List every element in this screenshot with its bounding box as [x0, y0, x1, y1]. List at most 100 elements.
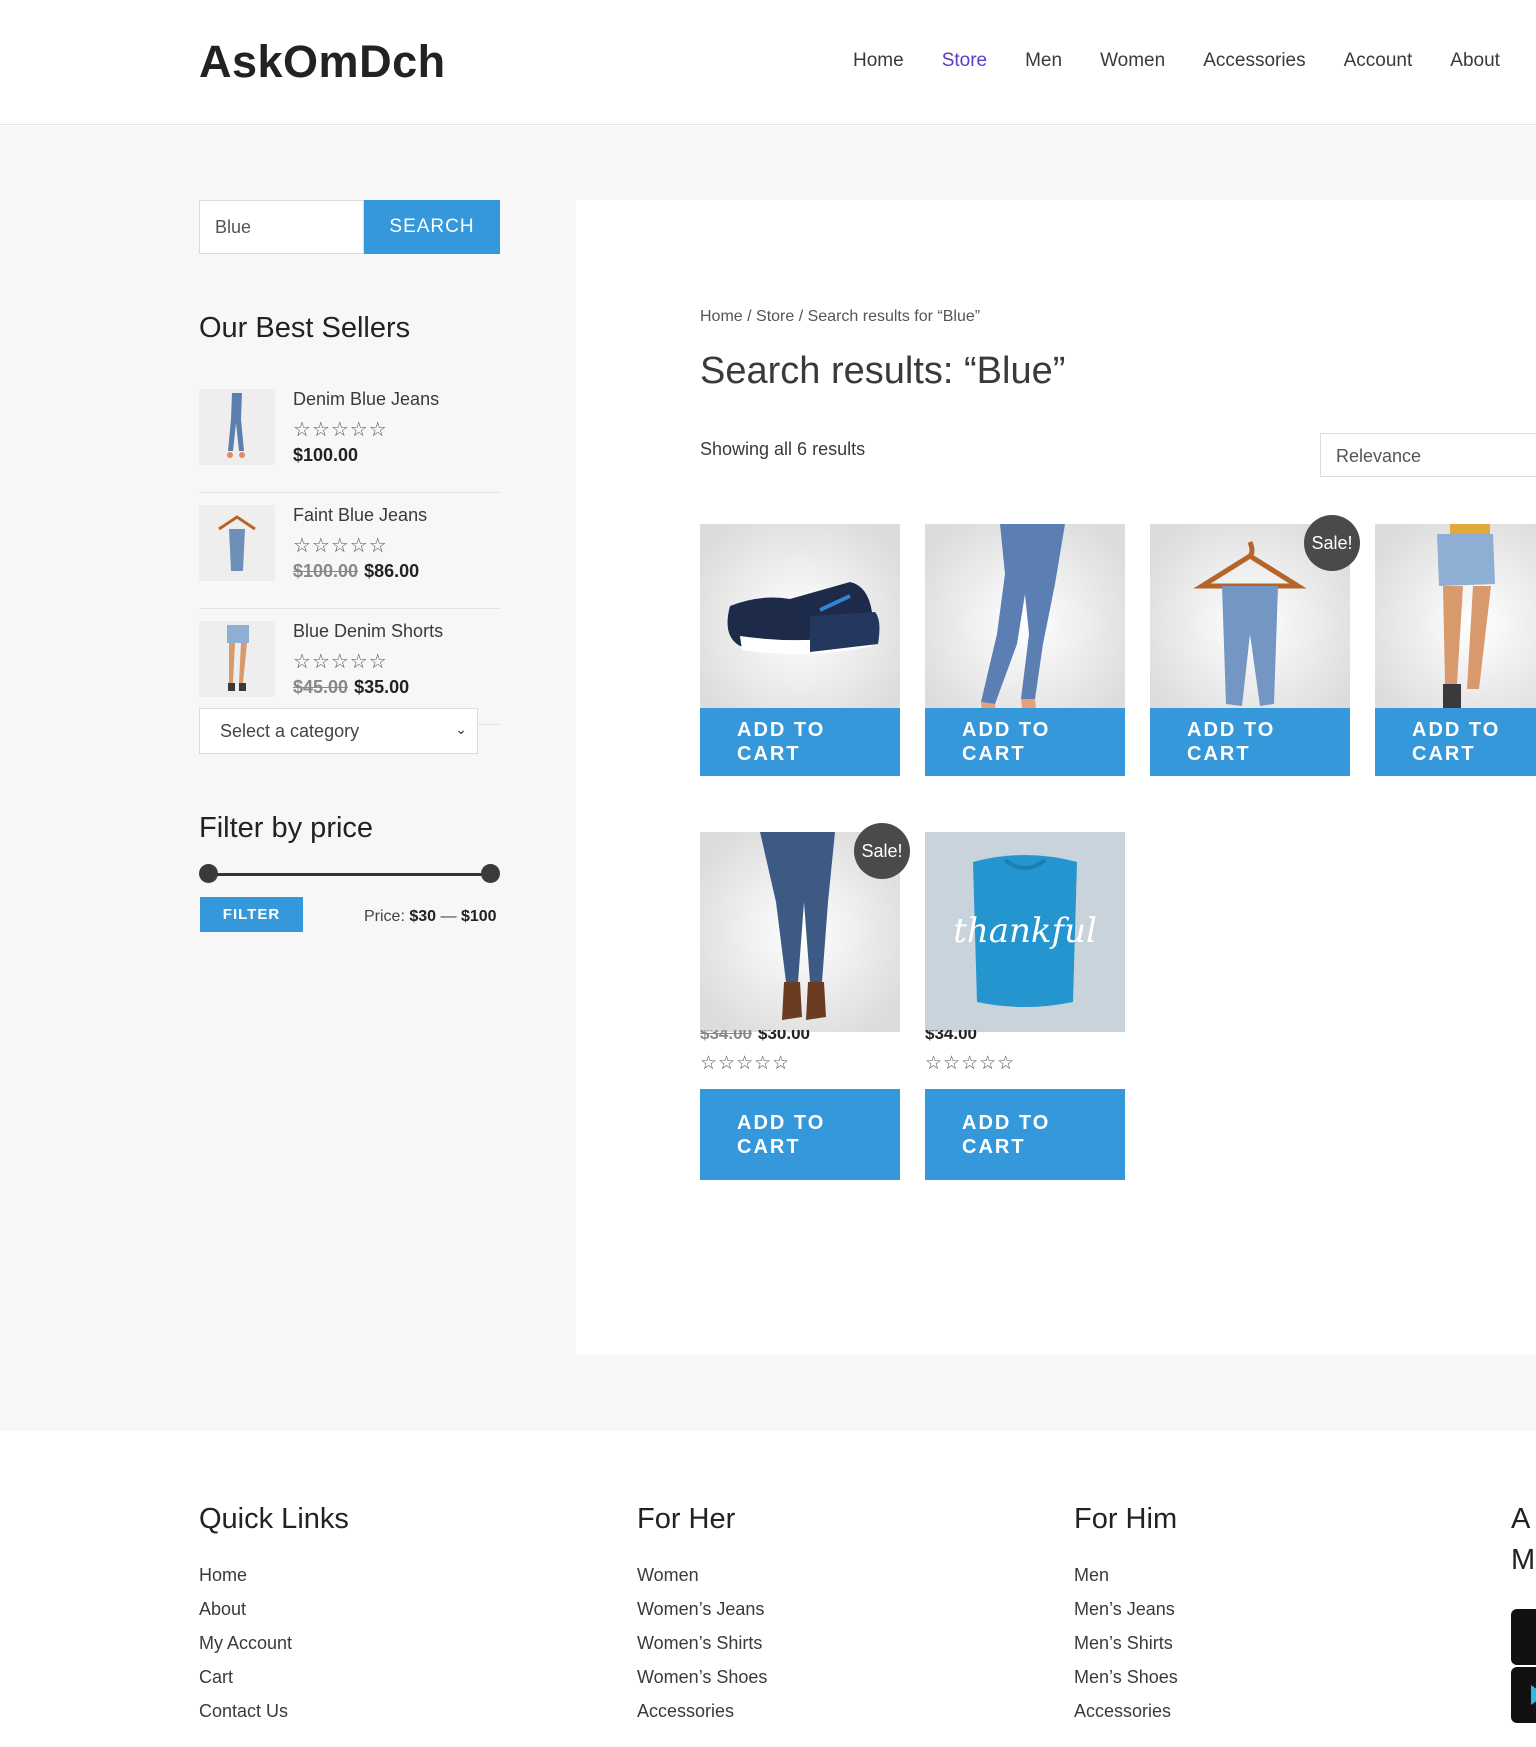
product-image[interactable]: thankful	[925, 832, 1125, 1032]
best-seller-name[interactable]: Blue Denim Shorts	[293, 621, 443, 642]
footer-link[interactable]: Men’s Shoes	[1074, 1660, 1178, 1694]
product-card[interactable]: Sale! ADD TO CART	[1150, 515, 1360, 776]
footer-link[interactable]: Contact Us	[199, 1694, 349, 1728]
nav-home[interactable]: Home	[853, 50, 904, 72]
add-to-cart-button[interactable]: ADD TO CART	[925, 708, 1125, 776]
footer-title: Quick Links	[199, 1503, 349, 1535]
add-to-cart-button[interactable]: ADD TO CART	[700, 708, 900, 776]
page-title: Search results: “Blue”	[700, 350, 1066, 392]
google-play-badge[interactable]	[1511, 1667, 1536, 1723]
add-to-cart-label: ADD TO	[737, 1111, 826, 1134]
app-store-badge[interactable]	[1511, 1609, 1536, 1665]
best-sellers-title: Our Best Sellers	[199, 312, 411, 344]
category-select-value: Select a category	[220, 721, 360, 741]
footer-title: M	[1511, 1544, 1536, 1576]
add-to-cart-label: CART	[1187, 743, 1251, 765]
product-card[interactable]: ADD TO CART	[1375, 524, 1536, 776]
best-seller-item[interactable]: Denim Blue Jeans ☆☆☆☆☆ $100.00	[199, 389, 500, 493]
product-image[interactable]	[1375, 524, 1536, 724]
old-price: $100.00	[293, 561, 359, 581]
filter-button[interactable]: FILTER	[200, 897, 303, 932]
add-to-cart-label: CART	[737, 743, 801, 765]
add-to-cart-label: ADD TO	[737, 719, 826, 741]
product-thumbnail[interactable]	[199, 505, 275, 581]
footer-link[interactable]: About	[199, 1592, 349, 1626]
price: $35.00	[354, 677, 410, 697]
price: $30.00	[758, 1030, 810, 1043]
search-input[interactable]: Blue	[199, 200, 364, 254]
price: $86.00	[364, 561, 420, 581]
footer-link[interactable]: Men’s Shirts	[1074, 1626, 1178, 1660]
footer-link[interactable]: Accessories	[1074, 1694, 1178, 1728]
product-thumbnail[interactable]	[199, 389, 275, 465]
footer-link[interactable]: Women’s Jeans	[637, 1592, 767, 1626]
product-card[interactable]: ADD TO CART	[700, 524, 900, 776]
nav-account[interactable]: Account	[1344, 50, 1413, 72]
best-seller-price: $45.00 $35.00	[293, 677, 409, 698]
footer-title: For Her	[637, 1503, 736, 1535]
category-select[interactable]: Select a category ⌄	[199, 708, 478, 754]
add-to-cart-button[interactable]: ADD TO CART	[1375, 708, 1536, 776]
shirt-print-text: thankful	[953, 911, 1097, 951]
best-seller-price: $100.00 $86.00	[293, 561, 419, 582]
price: $100.00	[293, 445, 359, 465]
best-seller-price: $100.00	[293, 445, 358, 466]
product-image[interactable]	[925, 524, 1125, 724]
footer-quick-links: Quick Links Home About My Account Cart C…	[199, 1503, 349, 1728]
nav-women[interactable]: Women	[1100, 50, 1165, 72]
footer-app-column: A M	[1511, 1503, 1536, 1599]
price-slider-track[interactable]	[208, 873, 491, 876]
product-card[interactable]: Sale! $34.00 $30.00 ☆☆☆☆☆ ADD TO CART	[700, 823, 910, 1180]
add-to-cart-button[interactable]: ADD TO CART	[925, 1089, 1125, 1180]
main-nav: Home Store Men Women Accessories Account…	[853, 50, 1536, 72]
product-card[interactable]: ADD TO CART	[925, 524, 1125, 776]
breadcrumb[interactable]: Home / Store / Search results for “Blue”	[700, 308, 980, 326]
footer-link[interactable]: Men’s Jeans	[1074, 1592, 1178, 1626]
footer-link[interactable]: My Account	[199, 1626, 349, 1660]
price-slider-min-handle[interactable]	[199, 864, 218, 883]
footer-for-him: For Him Men Men’s Jeans Men’s Shirts Men…	[1074, 1503, 1178, 1728]
nav-accessories[interactable]: Accessories	[1203, 50, 1305, 72]
footer-link[interactable]: Cart	[199, 1660, 349, 1694]
add-to-cart-label: ADD TO	[962, 1111, 1051, 1134]
best-seller-item[interactable]: Faint Blue Jeans ☆☆☆☆☆ $100.00 $86.00	[199, 505, 500, 609]
nav-store[interactable]: Store	[942, 50, 987, 72]
product-card[interactable]: thankful $34.00 ☆☆☆☆☆ ADD TO CART	[925, 832, 1125, 1180]
add-to-cart-label: CART	[737, 1135, 801, 1158]
best-seller-name[interactable]: Denim Blue Jeans	[293, 389, 439, 410]
footer-link[interactable]: Men	[1074, 1558, 1178, 1592]
rating-stars: ☆☆☆☆☆	[700, 1053, 791, 1074]
add-to-cart-label: ADD TO	[962, 719, 1051, 741]
price-separator: —	[440, 908, 457, 925]
footer-link[interactable]: Women’s Shoes	[637, 1660, 767, 1694]
result-count: Showing all 6 results	[700, 439, 866, 459]
product-thumbnail[interactable]	[199, 621, 275, 697]
rating-stars: ☆☆☆☆☆	[293, 535, 388, 557]
sale-badge: Sale!	[1304, 515, 1360, 571]
price-max: $100	[460, 908, 497, 925]
old-price: $34.00	[700, 1030, 752, 1043]
footer-title: For Him	[1074, 1503, 1178, 1535]
footer-link[interactable]: Accessories	[637, 1694, 767, 1728]
nav-about[interactable]: About	[1450, 50, 1500, 72]
rating-stars: ☆☆☆☆☆	[293, 651, 388, 673]
sort-select[interactable]: Relevance	[1320, 433, 1536, 477]
add-to-cart-label: ADD TO	[1412, 719, 1501, 741]
footer-link[interactable]: Women’s Shirts	[637, 1626, 767, 1660]
footer-link[interactable]: Women	[637, 1558, 767, 1592]
add-to-cart-label: CART	[962, 743, 1026, 765]
best-seller-name[interactable]: Faint Blue Jeans	[293, 505, 427, 526]
add-to-cart-button[interactable]: ADD TO CART	[1150, 708, 1350, 776]
footer-for-her: For Her Women Women’s Jeans Women’s Shir…	[637, 1503, 767, 1728]
price-slider-max-handle[interactable]	[481, 864, 500, 883]
product-price: $34.00 $30.00	[700, 1030, 810, 1043]
product-image[interactable]	[700, 524, 900, 724]
chevron-down-icon: ⌄	[455, 721, 467, 737]
footer-link[interactable]: Home	[199, 1558, 349, 1592]
site-header: AskOmDch Home Store Men Women Accessorie…	[0, 0, 1536, 125]
site-logo[interactable]: AskOmDch	[199, 36, 446, 88]
rating-stars: ☆☆☆☆☆	[925, 1053, 1016, 1074]
nav-men[interactable]: Men	[1025, 50, 1062, 72]
add-to-cart-button[interactable]: ADD TO CART	[700, 1089, 900, 1180]
search-button[interactable]: SEARCH	[364, 200, 500, 254]
